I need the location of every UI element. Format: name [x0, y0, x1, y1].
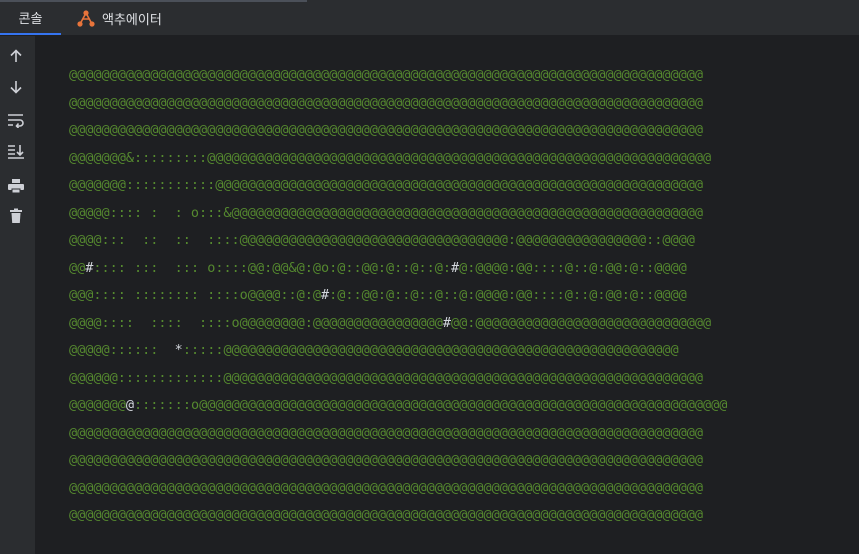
console-text-segment: #	[320, 287, 330, 303]
console-text-segment: :::::@@@@@@@@@@@@@@@@@@@@@@@@@@@@@@@@@@@…	[182, 342, 679, 358]
console-line: @@ #:::: ::: ::: o::::@@:@@&@:@o:@::@@:@:…	[69, 255, 727, 283]
tab-console[interactable]: 콘솔	[0, 2, 61, 35]
console-text-segment: @@@@@@@@@@@@@@@@@@@@@@@@@@@@@@@@@@@@@@@@…	[69, 94, 703, 111]
console-text-segment: :::: ::: ::: o::::@@:@@&@:@o:@::@@:@::@:…	[93, 259, 452, 276]
console-line: @@@@@:::: : : o:::&@@@@@@@@@@@@@@@@@@@@@…	[69, 200, 727, 228]
console-line: @@@@@@@@:::::::o@@@@@@@@@@@@@@@@@@@@@@@@…	[69, 392, 727, 420]
scroll-to-end-icon[interactable]	[5, 140, 27, 162]
console-line: @@@@@@@@@@@@@@@@@@@@@@@@@@@@@@@@@@@@@@@@…	[69, 447, 727, 475]
console-line: @@@@@:::::: *:::::@@@@@@@@@@@@@@@@@@@@@@…	[69, 337, 727, 365]
console-text-segment: @@@@@:::: : : o:::&@@@@@@@@@@@@@@@@@@@@@…	[69, 204, 703, 221]
console-line: @@@@@@@:::::::::::@@@@@@@@@@@@@@@@@@@@@@…	[69, 172, 727, 200]
console-text-segment: @@@@@@@:::::::::::@@@@@@@@@@@@@@@@@@@@@@…	[69, 177, 703, 193]
arrow-up-icon[interactable]	[5, 45, 27, 67]
tab-actuator[interactable]: 액추에이터	[74, 2, 162, 35]
console-line: @@@@@@@@@@@@@@@@@@@@@@@@@@@@@@@@@@@@@@@@…	[69, 502, 727, 530]
print-icon[interactable]	[5, 175, 27, 197]
console-text-segment: @@@@@@@@@@@@@@@@@@@@@@@@@@@@@@@@@@@@@@@@…	[69, 507, 703, 523]
console-text-segment: @@	[69, 259, 86, 276]
console-text-segment: @:@@@@:@@::::@::@:@@:@::@@@@	[459, 259, 687, 276]
console-line: @@@@@@@@@@@@@@@@@@@@@@@@@@@@@@@@@@@@@@@@…	[69, 475, 727, 503]
console-text-segment: @@@@@@:::::::::::::@@@@@@@@@@@@@@@@@@@@@…	[69, 369, 703, 386]
tab-console-label: 콘솔	[18, 12, 43, 27]
console-line: @@@@@@@@@@@@@@@@@@@@@@@@@@@@@@@@@@@@@@@@…	[69, 90, 727, 118]
soft-wrap-icon[interactable]	[5, 109, 27, 131]
console-text-segment: @@@@@@@&:::::::::@@@@@@@@@@@@@@@@@@@@@@@…	[69, 149, 712, 166]
console-toolbar	[0, 36, 35, 554]
console-text-segment: :@::@@:@::@::@::@:@@@@:@@::::@::@:@@:@::…	[329, 287, 687, 303]
console-text-segment: #	[451, 259, 460, 276]
console-line: @@@@@@@@@@@@@@@@@@@@@@@@@@@@@@@@@@@@@@@@…	[69, 117, 727, 145]
tab-actuator-label: 액추에이터	[102, 13, 162, 28]
actuator-icon	[76, 9, 96, 29]
console-line: @@@@::: :: :: ::::@@@@@@@@@@@@@@@@@@@@@@…	[69, 227, 727, 255]
console-line: @@@@:::: :::: ::::o@@@@@@@@:@@@@@@@@@@@@…	[69, 310, 727, 338]
ascii-art-output: @@@@@@@@@@@@@@@@@@@@@@@@@@@@@@@@@@@@@@@@…	[69, 62, 727, 530]
console-line: @@@@@@@@@@@@@@@@@@@@@@@@@@@@@@@@@@@@@@@@…	[69, 420, 727, 448]
console-line: @@@@@@@@@@@@@@@@@@@@@@@@@@@@@@@@@@@@@@@@…	[69, 62, 727, 90]
arrow-down-icon[interactable]	[5, 76, 27, 98]
tool-window-header: 콘솔 액추에이터	[0, 0, 859, 36]
console-text-segment: @@@@@@@@@@@@@@@@@@@@@@@@@@@@@@@@@@@@@@@@…	[69, 479, 703, 496]
console-text-segment: @@@:::: :::::::: ::::o@@@@::@:@	[69, 287, 321, 303]
console-text-segment: @	[125, 397, 135, 413]
console-text-segment: :::::::o@@@@@@@@@@@@@@@@@@@@@@@@@@@@@@@@…	[134, 397, 728, 413]
console-text-segment: @@@@@::::::	[69, 342, 175, 358]
console-text-segment: @@:@@@@@@@@@@@@@@@@@@@@@@@@@@@@@	[451, 314, 712, 331]
console-text-segment: @@@@@@@@@@@@@@@@@@@@@@@@@@@@@@@@@@@@@@@@…	[69, 122, 703, 138]
console-text-segment: @@@@::: :: :: ::::@@@@@@@@@@@@@@@@@@@@@@…	[69, 232, 695, 248]
console-text-segment: @@@@@@@@@@@@@@@@@@@@@@@@@@@@@@@@@@@@@@@@…	[69, 424, 703, 441]
console-output[interactable]: @@@@@@@@@@@@@@@@@@@@@@@@@@@@@@@@@@@@@@@@…	[35, 36, 859, 554]
clear-icon[interactable]	[5, 205, 27, 227]
console-text-segment: *	[174, 342, 183, 358]
console-text-segment: @@@@@@@	[69, 397, 126, 413]
console-line: @@@:::: :::::::: ::::o@@@@::@:@#:@::@@:@…	[69, 282, 727, 310]
console-line: @@@@@@:::::::::::::@@@@@@@@@@@@@@@@@@@@@…	[69, 365, 727, 393]
console-text-segment: #	[442, 314, 452, 331]
console-text-segment: @@@@@@@@@@@@@@@@@@@@@@@@@@@@@@@@@@@@@@@@…	[69, 67, 703, 83]
console-text-segment: @@@@:::: :::: ::::o@@@@@@@@:@@@@@@@@@@@@…	[69, 314, 443, 331]
console-line: @@@@@@@&:::::::::@@@@@@@@@@@@@@@@@@@@@@@…	[69, 145, 727, 173]
console-text-segment: @@@@@@@@@@@@@@@@@@@@@@@@@@@@@@@@@@@@@@@@…	[69, 452, 703, 468]
